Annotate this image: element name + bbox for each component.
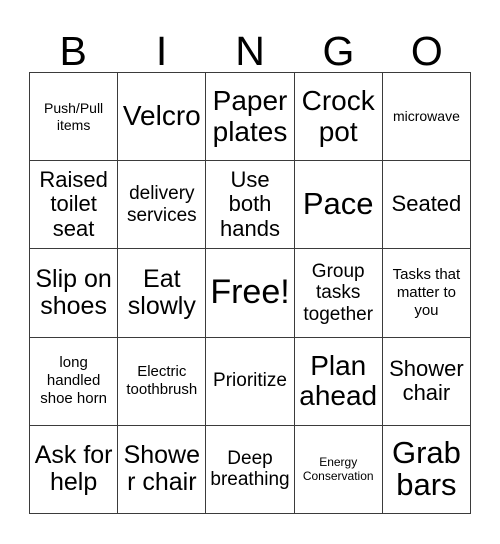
- bingo-cell-label: Electric toothbrush: [126, 363, 198, 399]
- bingo-cell[interactable]: Pace: [294, 161, 383, 250]
- bingo-header-letter-n: N: [235, 28, 265, 74]
- bingo-cell[interactable]: delivery services: [118, 161, 207, 250]
- bingo-cell[interactable]: Prioritize: [206, 337, 295, 426]
- bingo-cell-label: Group tasks together: [303, 260, 374, 325]
- bingo-cell-label: Plan ahead: [299, 349, 378, 412]
- bingo-cell-label: Tasks that matter to you: [392, 266, 461, 319]
- bingo-cell[interactable]: Raised toilet seat: [30, 161, 119, 250]
- bingo-row: Push/Pull items Velcro Paper plates Croc…: [30, 73, 472, 162]
- bingo-header: B I N G O: [29, 16, 471, 72]
- bingo-cell[interactable]: Eat slowly: [118, 249, 207, 338]
- bingo-cell-label: Raised toilet seat: [39, 166, 108, 242]
- bingo-cell-label: Deep breathing: [210, 447, 290, 491]
- bingo-cell[interactable]: Plan ahead: [294, 337, 383, 426]
- bingo-cell[interactable]: Deep breathing: [206, 425, 295, 515]
- bingo-cell-label: Seated: [391, 191, 462, 217]
- bingo-cell[interactable]: Seated: [382, 161, 472, 250]
- bingo-header-letter-g: G: [322, 28, 355, 74]
- bingo-cell[interactable]: Use both hands: [206, 161, 295, 250]
- bingo-row: Slip on shoes Eat slowly Free! Group tas…: [30, 249, 472, 338]
- bingo-cell-label: Use both hands: [220, 166, 280, 242]
- bingo-cell-label: Slip on shoes: [35, 264, 112, 320]
- bingo-cell-label: Prioritize: [213, 370, 287, 392]
- bingo-cell-label: Grab bars: [391, 434, 461, 503]
- bingo-cell-label: Ask for help: [34, 440, 113, 497]
- bingo-cell-label: Eat slowly: [127, 264, 196, 320]
- bingo-cell-label: Energy Conservation: [302, 454, 374, 484]
- bingo-cell[interactable]: microwave: [382, 73, 472, 162]
- bingo-cell-label: Free!: [210, 273, 290, 312]
- bingo-cell-free-space[interactable]: Free!: [206, 249, 295, 338]
- bingo-grid: Push/Pull items Velcro Paper plates Croc…: [29, 72, 472, 515]
- bingo-cell-label: delivery services: [126, 183, 197, 226]
- bingo-cell[interactable]: Slip on shoes: [30, 249, 119, 338]
- bingo-cell[interactable]: long handled shoe horn: [30, 337, 119, 426]
- bingo-cell-label: microwave: [392, 108, 460, 125]
- bingo-header-letter-i: I: [155, 28, 168, 74]
- bingo-cell-label: Pace: [302, 186, 374, 222]
- bingo-row: Raised toilet seat delivery services Use…: [30, 161, 472, 250]
- bingo-cell-label: Velcro: [122, 100, 201, 132]
- bingo-cell[interactable]: Shower chair: [382, 337, 472, 426]
- bingo-cell[interactable]: Paper plates: [206, 73, 295, 162]
- bingo-row: Ask for help Shower chair Deep breathing…: [30, 425, 472, 515]
- bingo-cell[interactable]: Grab bars: [382, 425, 472, 515]
- bingo-cell[interactable]: Velcro: [118, 73, 207, 162]
- bingo-cell-label: Shower chair: [123, 440, 201, 497]
- bingo-cell-label: Paper plates: [212, 85, 288, 147]
- bingo-cell[interactable]: Tasks that matter to you: [382, 249, 472, 338]
- bingo-cell[interactable]: Energy Conservation: [294, 425, 383, 515]
- bingo-cell-label: Crock pot: [301, 85, 375, 147]
- bingo-cell[interactable]: Crock pot: [294, 73, 383, 162]
- bingo-cell[interactable]: Group tasks together: [294, 249, 383, 338]
- bingo-cell[interactable]: Push/Pull items: [30, 73, 119, 162]
- bingo-card: B I N G O Push/Pull items Velcro Paper p…: [0, 0, 500, 544]
- bingo-row: long handled shoe horn Electric toothbru…: [30, 337, 472, 426]
- bingo-cell[interactable]: Ask for help: [30, 425, 119, 515]
- bingo-cell[interactable]: Electric toothbrush: [118, 337, 207, 426]
- bingo-header-letter-b: B: [59, 28, 87, 74]
- bingo-cell-label: Shower chair: [389, 355, 464, 406]
- bingo-cell-label: Push/Pull items: [44, 100, 104, 133]
- bingo-cell[interactable]: Shower chair: [118, 425, 207, 515]
- bingo-header-letter-o: O: [410, 28, 443, 74]
- bingo-cell-label: long handled shoe horn: [40, 354, 107, 408]
